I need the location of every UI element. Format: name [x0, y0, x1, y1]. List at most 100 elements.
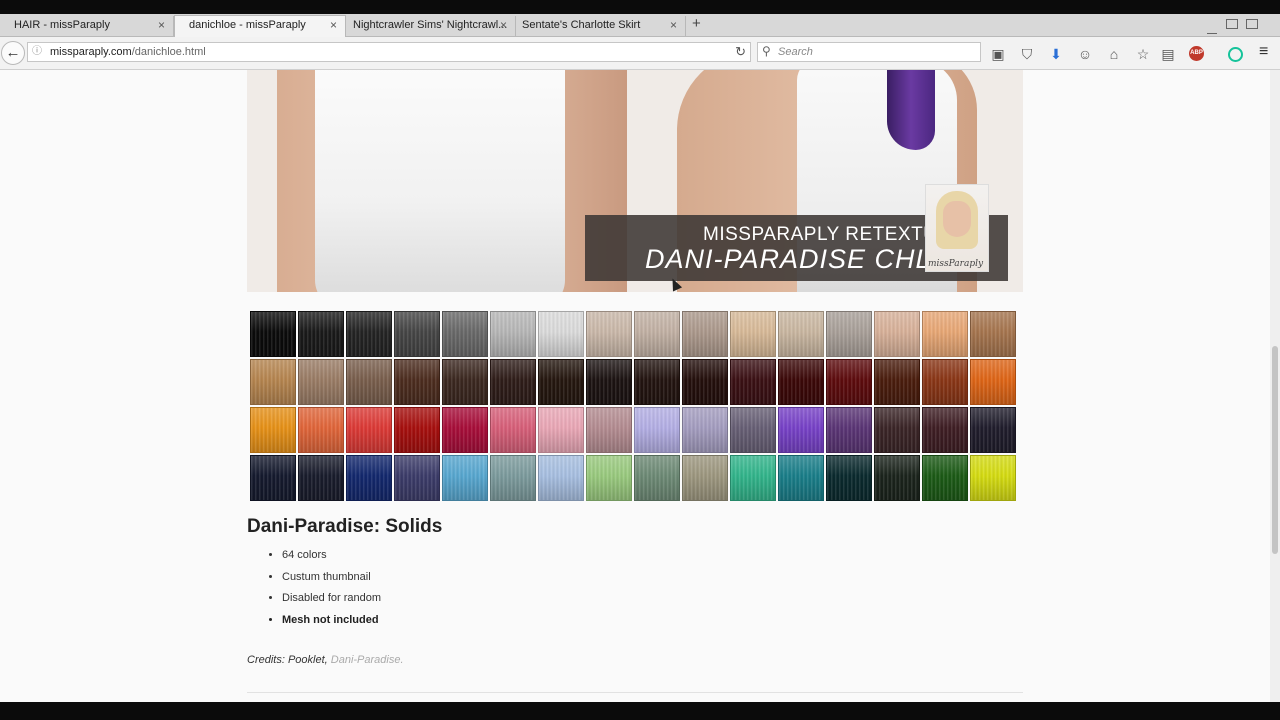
url-path: /danichloe.html: [131, 46, 206, 58]
hair-color-swatch: [538, 455, 584, 501]
hair-color-swatch: [394, 455, 440, 501]
banner-purple-hair: [887, 70, 935, 150]
tab-hair[interactable]: HAIR - missParaply ×: [0, 16, 174, 36]
bookmark-star-icon[interactable]: ☆: [1135, 46, 1151, 62]
reload-icon[interactable]: ↻: [735, 43, 746, 61]
hair-color-swatch: [730, 359, 776, 405]
new-tab-icon[interactable]: +: [692, 15, 701, 32]
hair-color-swatch: [538, 359, 584, 405]
thumbnail-signature: missParaply: [928, 259, 984, 269]
hair-color-swatch: [298, 407, 344, 453]
feature-list: 64 colors Custum thumbnail Disabled for …: [265, 545, 381, 631]
hair-color-swatch: [970, 407, 1016, 453]
hair-color-swatch: [442, 455, 488, 501]
bottom-black-strip: [0, 702, 1280, 720]
banner-thumbnail: missParaply: [925, 184, 989, 272]
hair-color-swatch: [970, 455, 1016, 501]
hair-color-swatch: [586, 359, 632, 405]
hair-color-swatch: [634, 407, 680, 453]
hair-color-swatch: [634, 455, 680, 501]
hair-color-swatch: [538, 407, 584, 453]
hair-color-swatch: [346, 359, 392, 405]
site-info-icon[interactable]: ⓘ: [32, 43, 42, 61]
hair-color-swatch: [394, 359, 440, 405]
url-bar[interactable]: ⓘ missparaply.com/danichloe.html ↻: [27, 42, 751, 62]
hair-color-swatch: [394, 311, 440, 357]
maximize-icon[interactable]: [1225, 19, 1238, 29]
hair-color-swatch: [922, 455, 968, 501]
page-scrollbar[interactable]: [1270, 70, 1280, 702]
hair-color-swatch: [682, 359, 728, 405]
close-tab-icon[interactable]: ×: [158, 16, 165, 35]
adblock-icon[interactable]: ABP: [1189, 46, 1204, 61]
hair-color-swatch: [826, 455, 872, 501]
hair-color-swatch: [394, 407, 440, 453]
close-tab-icon[interactable]: ×: [670, 16, 677, 35]
tab-sentate[interactable]: Sentate's Charlotte Skirt ×: [516, 16, 686, 36]
hair-color-swatch: [874, 455, 920, 501]
list-item: 64 colors: [282, 545, 381, 567]
hair-color-swatch: [298, 359, 344, 405]
hair-color-swatch: [874, 311, 920, 357]
credits-link[interactable]: Dani-Paradise.: [331, 654, 404, 666]
hair-color-swatch: [346, 311, 392, 357]
hair-color-swatch: [346, 407, 392, 453]
extension-icon[interactable]: ▣: [990, 46, 1006, 62]
close-tab-icon[interactable]: ×: [500, 16, 507, 35]
search-bar[interactable]: ⚲ Search: [757, 42, 981, 62]
hair-color-swatch: [586, 407, 632, 453]
hair-color-swatch: [970, 359, 1016, 405]
tab-bar: HAIR - missParaply × danichloe - missPar…: [0, 14, 1280, 37]
hair-color-swatch: [778, 455, 824, 501]
hair-color-swatch: [490, 359, 536, 405]
hamburger-menu-icon[interactable]: ≡: [1259, 44, 1275, 60]
chat-icon[interactable]: ☺: [1077, 46, 1093, 62]
hair-color-swatch: [922, 359, 968, 405]
tab-label: Sentate's Charlotte Skirt: [522, 19, 641, 31]
grammarly-icon[interactable]: [1228, 47, 1243, 62]
hair-color-swatch: [298, 311, 344, 357]
reading-list-icon[interactable]: ▤: [1160, 46, 1176, 62]
tab-label: danichloe - missParaply: [189, 19, 306, 31]
hair-color-swatch: [586, 311, 632, 357]
pocket-icon[interactable]: ⛉: [1019, 46, 1035, 62]
hair-color-swatch: [730, 455, 776, 501]
nav-bar: ← ⓘ missparaply.com/danichloe.html ↻ ⚲ S…: [0, 37, 1280, 70]
hair-color-swatch: [826, 311, 872, 357]
url-text: missparaply.com/danichloe.html: [50, 43, 206, 61]
hair-color-swatch: [778, 407, 824, 453]
hair-color-swatch: [586, 455, 632, 501]
search-placeholder: Search: [778, 46, 813, 58]
hair-color-swatch: [442, 311, 488, 357]
hair-color-swatch: [442, 359, 488, 405]
hair-banner-image: MISSPARAPLY RETEXTURE DANI-PARADISE CHLO…: [247, 70, 1023, 292]
close-window-icon[interactable]: [1246, 19, 1258, 29]
minimize-icon[interactable]: [1207, 33, 1218, 34]
hair-color-swatch: [634, 359, 680, 405]
hair-color-swatch: [250, 359, 296, 405]
hair-color-swatch: [730, 407, 776, 453]
tab-danichloe[interactable]: danichloe - missParaply ×: [174, 15, 346, 37]
hair-color-swatch: [682, 407, 728, 453]
hair-color-swatch: [970, 311, 1016, 357]
hair-color-swatch: [826, 407, 872, 453]
back-button[interactable]: ←: [1, 41, 25, 65]
hair-color-swatch: [490, 407, 536, 453]
list-item: Mesh not included: [282, 610, 381, 632]
hair-color-swatch: [778, 311, 824, 357]
tab-nightcrawler[interactable]: Nightcrawler Sims' Nightcrawl... ×: [346, 16, 516, 36]
window-controls: [1203, 16, 1258, 34]
product-heading: Dani-Paradise: Solids: [247, 516, 443, 537]
hair-color-swatch: [922, 407, 968, 453]
url-domain: missparaply.com: [50, 46, 132, 58]
list-item: Disabled for random: [282, 588, 381, 610]
hair-color-swatch: [874, 407, 920, 453]
download-icon[interactable]: ⬇: [1048, 46, 1064, 62]
scrollbar-thumb[interactable]: [1272, 346, 1278, 554]
hair-color-swatch: [682, 311, 728, 357]
close-tab-icon[interactable]: ×: [330, 16, 337, 35]
hair-color-swatch: [250, 407, 296, 453]
home-icon[interactable]: ⌂: [1106, 46, 1122, 62]
credits-text: Credits: Pooklet, Dani-Paradise.: [247, 654, 404, 666]
tab-label: HAIR - missParaply: [14, 19, 110, 31]
